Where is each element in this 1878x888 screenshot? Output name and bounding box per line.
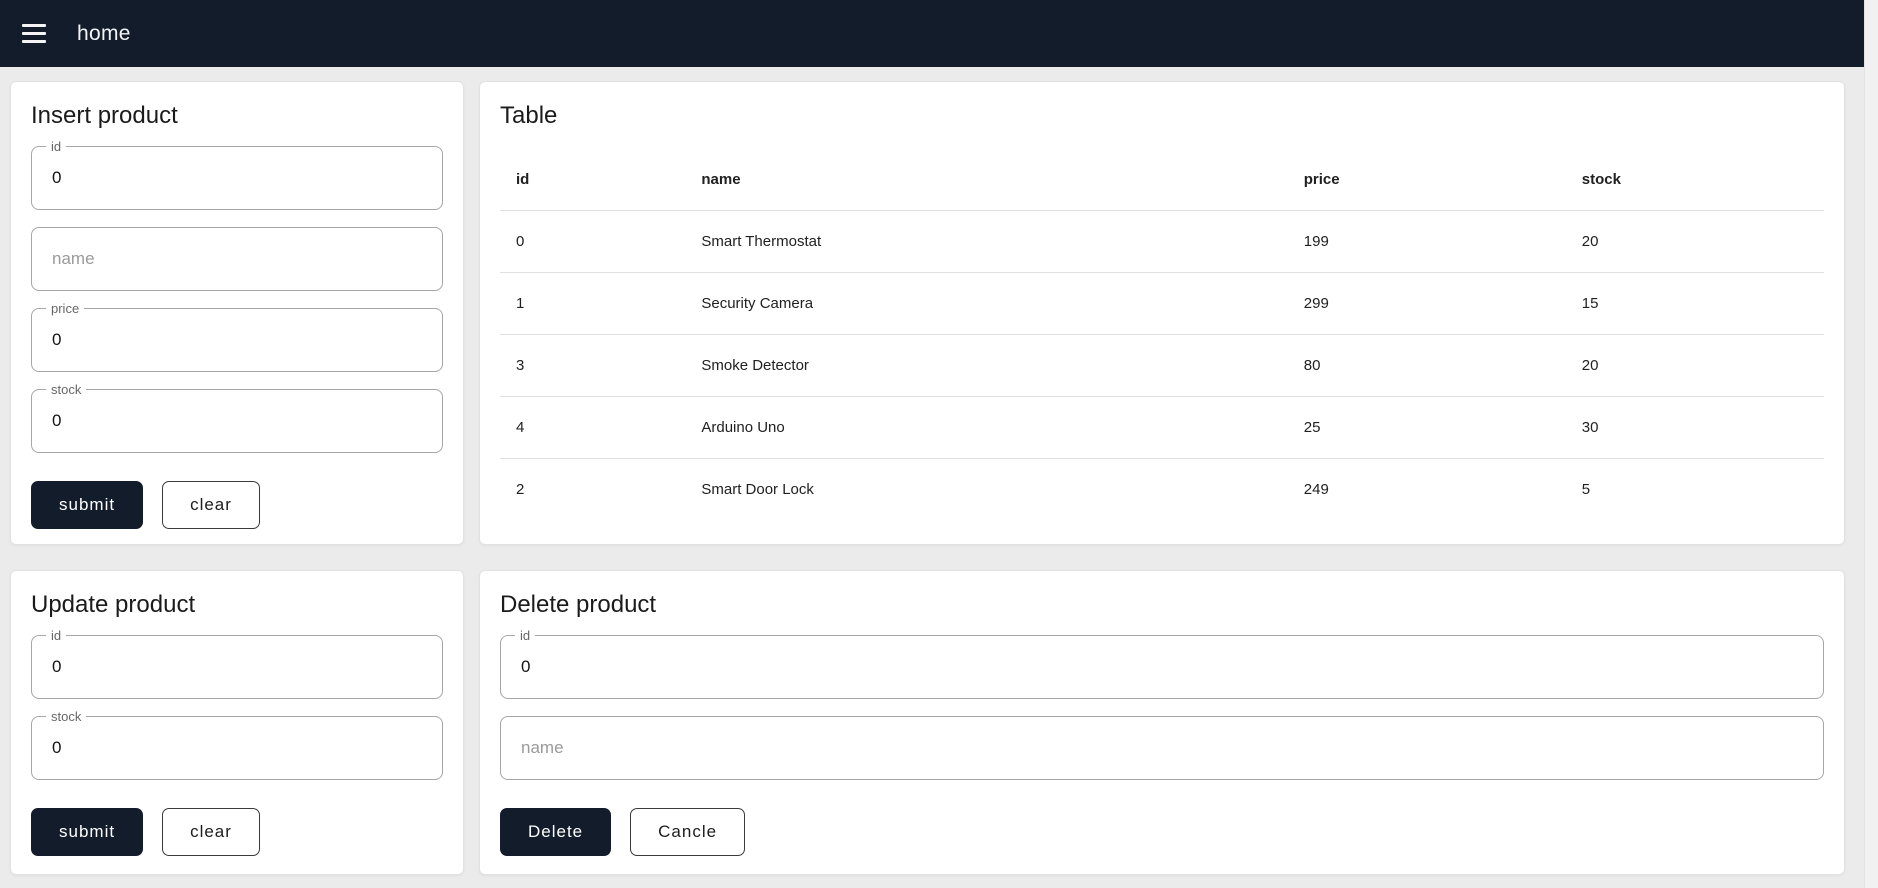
cell-stock: 5 <box>1581 481 1591 498</box>
update-button-row: submit clear <box>31 808 443 856</box>
page-title: home <box>77 21 131 45</box>
delete-name-field <box>500 716 1824 780</box>
insert-name-input[interactable] <box>32 228 442 290</box>
menu-icon-bar <box>22 24 46 27</box>
update-stock-label: stock <box>46 708 87 725</box>
insert-name-field <box>31 227 443 291</box>
cell-name: Security Camera <box>685 272 1288 335</box>
update-stock-field: stock <box>31 708 443 780</box>
insert-stock-field: stock <box>31 381 443 453</box>
column-header-name: name <box>685 146 1288 211</box>
cell-name: Smoke Detector <box>685 334 1288 397</box>
update-id-label: id <box>46 627 67 644</box>
insert-price-field: price <box>31 300 443 372</box>
table-row: 4 Arduino Uno 25 30 <box>500 396 1824 459</box>
cell-stock: 15 <box>1565 272 1824 335</box>
update-clear-button[interactable]: clear <box>162 808 260 856</box>
cell-id: 1 <box>500 272 686 335</box>
cell-name: Arduino Uno <box>685 396 1288 459</box>
update-product-card: Update product id stock submit clear <box>10 570 464 875</box>
delete-product-card: Delete product id Delete Cancle <box>479 570 1845 875</box>
update-id-field: id <box>31 627 443 699</box>
menu-icon-bar <box>22 40 46 43</box>
cell-price: 80 <box>1287 334 1566 397</box>
cell-price: 199 <box>1287 210 1566 273</box>
delete-id-input[interactable] <box>501 636 1823 698</box>
table-card: Table id name price stock 0 Smart Thermo… <box>479 81 1845 545</box>
app-bar: home <box>0 0 1878 67</box>
table-header-row: id name price stock <box>500 146 1824 211</box>
cell-price: 25 <box>1287 396 1566 459</box>
cell-id: 0 <box>500 210 686 273</box>
cell-stock: 20 <box>1565 210 1824 273</box>
delete-button[interactable]: Delete <box>500 808 612 856</box>
table-row: 3 Smoke Detector 80 20 <box>500 334 1824 397</box>
column-header-id: id <box>500 146 686 211</box>
insert-button-row: submit clear <box>31 481 443 529</box>
update-submit-button[interactable]: submit <box>31 808 144 856</box>
update-product-title: Update product <box>31 591 196 618</box>
delete-name-input[interactable] <box>501 717 1823 779</box>
insert-product-card: Insert product id price stock submit cle… <box>10 81 464 545</box>
cell-stock: 30 <box>1565 396 1824 459</box>
insert-clear-button[interactable]: clear <box>162 481 260 529</box>
update-id-input[interactable] <box>32 636 442 698</box>
column-header-price: price <box>1287 146 1566 211</box>
insert-id-label: id <box>46 138 67 155</box>
cell-price: 299 <box>1287 272 1566 335</box>
cell-name: Smart Door Lock <box>701 481 814 498</box>
insert-product-title: Insert product <box>31 102 178 129</box>
menu-icon-bar <box>22 32 46 35</box>
table-row: 2 Smart Door Lock 249 5 <box>500 459 1824 521</box>
cell-stock: 20 <box>1565 334 1824 397</box>
main-content: Insert product id price stock submit cle… <box>0 67 1878 875</box>
menu-icon[interactable] <box>22 24 46 43</box>
insert-stock-input[interactable] <box>32 390 442 452</box>
update-stock-input[interactable] <box>32 717 442 779</box>
cell-id: 4 <box>500 396 686 459</box>
scrollbar-track[interactable] <box>1864 0 1878 888</box>
cell-price: 249 <box>1303 481 1329 498</box>
cell-name: Smart Thermostat <box>685 210 1288 273</box>
insert-id-field: id <box>31 138 443 210</box>
table-row: 1 Security Camera 299 15 <box>500 272 1824 335</box>
insert-price-label: price <box>46 300 85 317</box>
cancel-button[interactable]: Cancle <box>630 808 746 856</box>
table-row: 0 Smart Thermostat 199 20 <box>500 210 1824 273</box>
delete-button-row: Delete Cancle <box>500 808 1824 856</box>
delete-id-label: id <box>515 627 536 644</box>
delete-id-field: id <box>500 627 1824 699</box>
insert-id-input[interactable] <box>32 147 442 209</box>
cell-id: 2 <box>516 481 525 498</box>
cell-id: 3 <box>500 334 686 397</box>
insert-stock-label: stock <box>46 381 87 398</box>
delete-product-title: Delete product <box>500 591 657 618</box>
column-header-stock: stock <box>1565 146 1824 211</box>
insert-submit-button[interactable]: submit <box>31 481 144 529</box>
products-table: id name price stock 0 Smart Thermostat 1… <box>500 146 1824 520</box>
insert-price-input[interactable] <box>32 309 442 371</box>
table-title: Table <box>500 102 558 129</box>
